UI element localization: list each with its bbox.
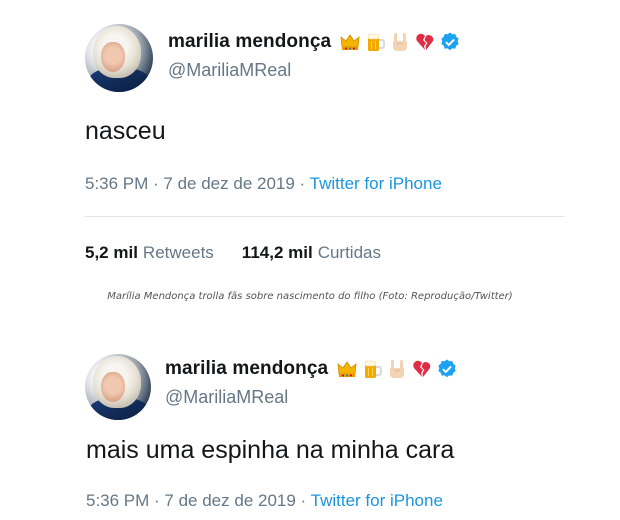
tweet-timestamp[interactable]: 5:36 PM · 7 de dez de 2019 · xyxy=(86,491,311,510)
author-name-row: marilia mendonça xyxy=(165,358,458,380)
broken-heart-icon xyxy=(414,31,436,53)
image-caption: Marília Mendonça trolla fãs sobre nascim… xyxy=(107,291,513,302)
avatar[interactable] xyxy=(85,24,153,92)
name-emojis xyxy=(336,358,458,380)
username-handle[interactable]: @MariliaMReal xyxy=(168,60,291,81)
beer-mug-icon xyxy=(361,358,383,380)
engagement-stats: 5,2 mil Retweets 114,2 mil Curtidas xyxy=(85,243,381,263)
crown-emoji-icon xyxy=(336,358,358,380)
name-emojis xyxy=(339,31,461,53)
tweet-source-link[interactable]: Twitter for iPhone xyxy=(310,174,442,193)
tweet-timestamp[interactable]: 5:36 PM · 7 de dez de 2019 · xyxy=(85,174,310,193)
tweet-card[interactable]: marilia mendonça @MariliaMReal nasceu 5:… xyxy=(0,0,620,280)
divider xyxy=(85,216,565,217)
tweet-text: nasceu xyxy=(85,117,166,145)
broken-heart-icon xyxy=(411,358,433,380)
tweet-card[interactable]: marilia mendonça @MariliaMReal mais uma … xyxy=(0,335,620,520)
display-name[interactable]: marilia mendonça xyxy=(165,358,328,380)
sign-of-horns-icon xyxy=(389,31,411,53)
retweets-count: 5,2 mil xyxy=(85,243,138,262)
crown-emoji-icon xyxy=(339,31,361,53)
retweets-label: Retweets xyxy=(142,243,214,262)
display-name[interactable]: marilia mendonça xyxy=(168,31,331,53)
verified-badge-icon xyxy=(439,31,461,53)
retweets-stat[interactable]: 5,2 mil Retweets xyxy=(85,243,214,263)
sign-of-horns-icon xyxy=(386,358,408,380)
username-handle[interactable]: @MariliaMReal xyxy=(165,387,288,408)
beer-mug-icon xyxy=(364,31,386,53)
likes-stat[interactable]: 114,2 mil Curtidas xyxy=(242,243,381,263)
tweet-metadata: 5:36 PM · 7 de dez de 2019 · Twitter for… xyxy=(85,174,442,194)
likes-label: Curtidas xyxy=(317,243,381,262)
author-name-row: marilia mendonça xyxy=(168,31,461,53)
tweet-text: mais uma espinha na minha cara xyxy=(86,436,455,464)
tweet-metadata: 5:36 PM · 7 de dez de 2019 · Twitter for… xyxy=(86,491,443,511)
avatar[interactable] xyxy=(85,354,151,420)
tweet-source-link[interactable]: Twitter for iPhone xyxy=(311,491,443,510)
verified-badge-icon xyxy=(436,358,458,380)
likes-count: 114,2 mil xyxy=(241,243,313,262)
